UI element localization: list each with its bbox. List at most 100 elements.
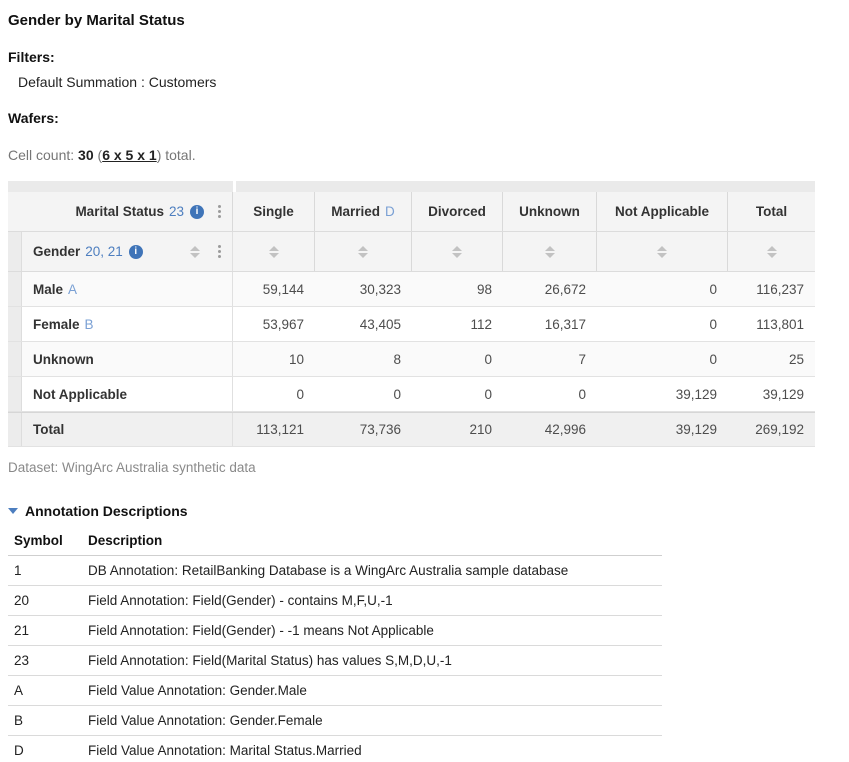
pivot-table: Marital Status 23 i Single MarriedD Divo… (8, 181, 815, 447)
annotation-row: D Field Value Annotation: Marital Status… (8, 736, 662, 762)
cell-count-mid: ( (94, 147, 103, 163)
data-cell: 0 (412, 377, 503, 411)
data-cell: 113,121 (233, 413, 315, 446)
sort-icon[interactable] (190, 246, 200, 258)
column-header-unknown: Unknown (503, 192, 597, 231)
row-field-name: Gender (33, 244, 80, 259)
filters-label: Filters: (8, 49, 841, 65)
annotation-row: 1 DB Annotation: RetailBanking Database … (8, 556, 662, 586)
annotation-description: Field Annotation: Field(Marital Status) … (88, 653, 662, 668)
data-cell: 113,801 (728, 307, 815, 341)
cell-count-line: Cell count: 30 (6 x 5 x 1) total. (8, 147, 841, 163)
report-page: Gender by Marital Status Filters: Defaul… (0, 0, 849, 762)
row-label: Not Applicable (22, 377, 233, 411)
gutter-cell (8, 342, 22, 376)
data-cell: 98 (412, 272, 503, 306)
cell-dimensions-link[interactable]: 6 x 5 x 1 (102, 147, 157, 163)
data-cell: 0 (597, 307, 728, 341)
annotation-symbol: B (8, 713, 88, 728)
table-top-strip-right (236, 181, 815, 192)
gutter-cell (8, 232, 22, 271)
annotation-symbol: 1 (8, 563, 88, 578)
data-cell: 116,237 (728, 272, 815, 306)
annotation-descriptions-title: Annotation Descriptions (25, 503, 188, 519)
symbol-column-header: Symbol (8, 533, 88, 548)
cell-count-suffix: ) total. (157, 147, 196, 163)
column-header-single: Single (233, 192, 315, 231)
sort-icon[interactable] (545, 246, 555, 258)
info-icon[interactable]: i (129, 245, 143, 259)
data-cell: 59,144 (233, 272, 315, 306)
sort-cell-single (233, 232, 315, 271)
annotation-descriptions-toggle[interactable]: Annotation Descriptions (8, 503, 841, 519)
data-cell: 0 (597, 342, 728, 376)
annotation-symbol: 21 (8, 623, 88, 638)
data-cell: 16,317 (503, 307, 597, 341)
column-field-menu-icon[interactable] (216, 203, 223, 220)
data-cell: 53,967 (233, 307, 315, 341)
table-row-unknown: Unknown 10 8 0 7 0 25 (8, 342, 815, 377)
annotation-description: Field Value Annotation: Marital Status.M… (88, 743, 662, 758)
gutter-cell (8, 413, 22, 446)
data-cell: 0 (503, 377, 597, 411)
data-cell: 39,129 (728, 377, 815, 411)
annotation-description: Field Annotation: Field(Gender) - -1 mea… (88, 623, 662, 638)
sort-cell-total (728, 232, 815, 271)
table-top-strip (8, 181, 815, 192)
annotation-symbol: 23 (8, 653, 88, 668)
row-field-header: Gender 20, 21 i (22, 232, 233, 271)
data-cell: 269,192 (728, 413, 815, 446)
sort-icon[interactable] (767, 246, 777, 258)
dataset-note: Dataset: WingArc Australia synthetic dat… (8, 460, 841, 475)
data-cell: 73,736 (315, 413, 412, 446)
row-field-header-row: Gender 20, 21 i (8, 232, 815, 272)
sort-icon[interactable] (452, 246, 462, 258)
annotation-symbol: 20 (8, 593, 88, 608)
row-field-menu-icon[interactable] (216, 243, 223, 260)
column-header-not-applicable: Not Applicable (597, 192, 728, 231)
table-row-not-applicable: Not Applicable 0 0 0 0 39,129 39,129 (8, 377, 815, 412)
annotation-row: A Field Value Annotation: Gender.Male (8, 676, 662, 706)
data-cell: 8 (315, 342, 412, 376)
row-annotation-ref: B (85, 317, 94, 332)
table-row-total: Total 113,121 73,736 210 42,996 39,129 2… (8, 412, 815, 447)
annotation-symbol: A (8, 683, 88, 698)
data-cell: 0 (412, 342, 503, 376)
data-cell: 30,323 (315, 272, 412, 306)
column-header-total: Total (728, 192, 815, 231)
row-label: Total (22, 413, 233, 446)
column-header-married: MarriedD (315, 192, 412, 231)
column-header-row: Marital Status 23 i Single MarriedD Divo… (8, 192, 815, 232)
sort-icon[interactable] (657, 246, 667, 258)
sort-cell-unknown (503, 232, 597, 271)
annotation-row: 21 Field Annotation: Field(Gender) - -1 … (8, 616, 662, 646)
annotation-description: Field Value Annotation: Gender.Female (88, 713, 662, 728)
row-label: Unknown (22, 342, 233, 376)
row-label: MaleA (22, 272, 233, 306)
sort-cell-married (315, 232, 412, 271)
annotation-symbol: D (8, 743, 88, 758)
annotation-description: Field Value Annotation: Gender.Male (88, 683, 662, 698)
table-row-male: MaleA 59,144 30,323 98 26,672 0 116,237 (8, 272, 815, 307)
cell-count-prefix: Cell count: (8, 147, 78, 163)
row-field-annotation-refs: 20, 21 (85, 244, 123, 259)
annotation-description: Field Annotation: Field(Gender) - contai… (88, 593, 662, 608)
data-cell: 39,129 (597, 413, 728, 446)
cell-count-value: 30 (78, 147, 94, 163)
annotation-row: 23 Field Annotation: Field(Marital Statu… (8, 646, 662, 676)
column-field-name: Marital Status (75, 204, 164, 219)
gutter-cell (8, 377, 22, 411)
info-icon[interactable]: i (190, 205, 204, 219)
sort-icon[interactable] (269, 246, 279, 258)
page-title: Gender by Marital Status (8, 12, 841, 29)
annotation-table: Symbol Description 1 DB Annotation: Reta… (8, 533, 662, 762)
table-top-strip-left (8, 181, 233, 192)
data-cell: 10 (233, 342, 315, 376)
annotation-description: DB Annotation: RetailBanking Database is… (88, 563, 662, 578)
sort-icon[interactable] (358, 246, 368, 258)
column-header-divorced: Divorced (412, 192, 503, 231)
sort-cell-divorced (412, 232, 503, 271)
data-cell: 25 (728, 342, 815, 376)
description-column-header: Description (88, 533, 662, 548)
row-annotation-ref: A (68, 282, 77, 297)
